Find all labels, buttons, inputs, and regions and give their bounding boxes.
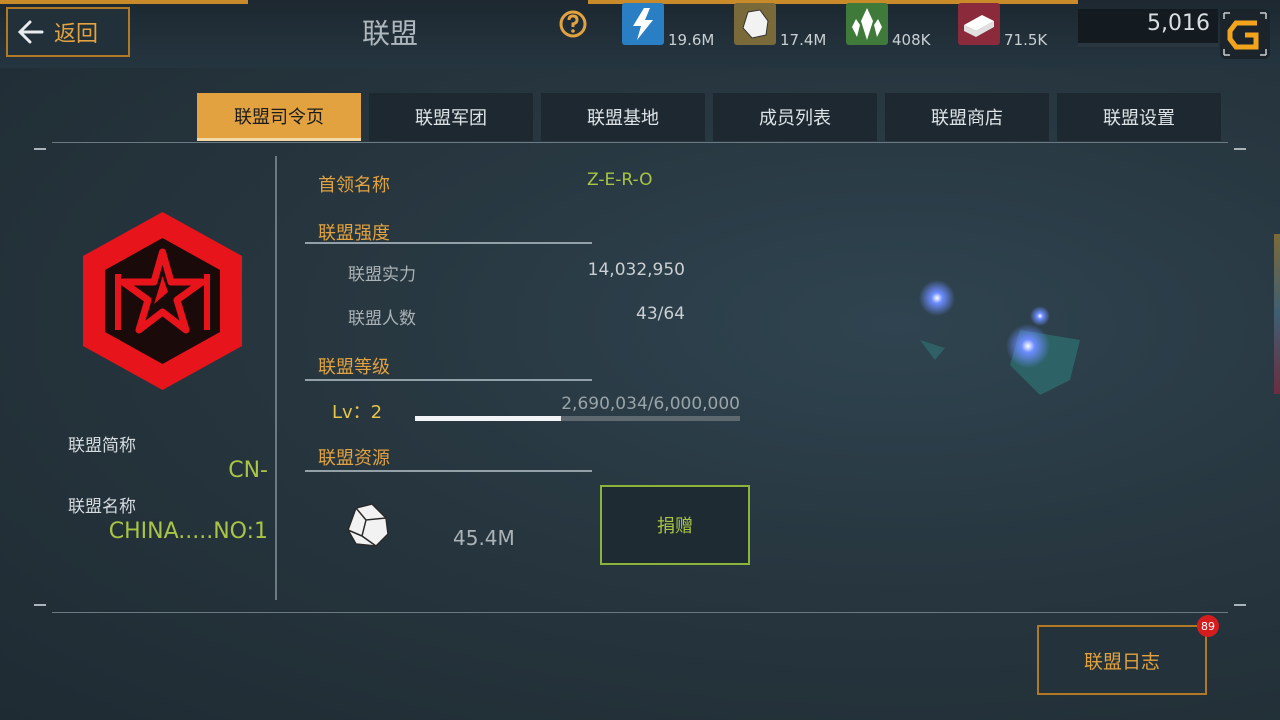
back-button[interactable]: 返回 [6,7,130,57]
tab-base[interactable]: 联盟基地 [541,93,705,141]
level-value: Lv：2 [332,402,383,423]
panel-divider [275,156,277,600]
help-icon[interactable] [558,9,588,39]
notification-badge: 89 [1197,615,1219,637]
resource-value: 17.4M [780,31,827,49]
members-value: 43/64 [636,304,685,324]
alliance-emblem [83,212,242,390]
section-underline [305,379,592,381]
members-label: 联盟人数 [348,309,416,329]
corner-mark [1234,604,1246,606]
tab-settings[interactable]: 联盟设置 [1057,93,1221,141]
tab-members[interactable]: 成员列表 [713,93,877,141]
tab-legion[interactable]: 联盟军团 [369,93,533,141]
panel-top-border [52,142,1228,143]
page-title: 联盟 [361,17,418,50]
full-name-value: CHINA.....NO:1 [108,519,268,544]
tab-shop[interactable]: 联盟商店 [885,93,1049,141]
gold-shop-button[interactable] [1220,9,1270,59]
section-underline [305,242,592,244]
back-label: 返回 [54,22,99,47]
blue-lightning-icon [622,3,664,45]
stone-ore-icon [347,503,389,547]
resource-value: 408K [892,31,931,49]
donate-button[interactable]: 捐赠 [600,485,750,565]
corner-mark [34,604,46,606]
back-arrow-icon [17,20,44,44]
panel-bottom-border [52,612,1228,613]
resource-amount: 45.4M [453,526,515,550]
alliance-log-button[interactable]: 联盟日志 [1037,625,1207,695]
section-underline [305,470,592,472]
resource-value: 71.5K [1004,31,1048,49]
leader-value: Z-E-R-O [587,170,653,190]
leader-label: 首领名称 [318,175,390,196]
green-crystal-icon [846,3,888,45]
tab-command[interactable]: 联盟司令页 [197,93,361,141]
xp-value: 2,690,034/6,000,000 [561,394,740,414]
short-name-value: CN- [228,458,268,483]
corner-mark [34,148,46,150]
full-name-label: 联盟名称 [68,497,136,517]
space-background-effect [919,280,1080,395]
top-accent-line [0,0,248,4]
gold-g-icon [1223,12,1267,56]
credits-bar [1078,43,1218,47]
stone-ore-icon [734,3,776,45]
resources-title: 联盟资源 [318,448,390,469]
corner-mark [1234,148,1246,150]
resource-value: 19.6M [668,31,715,49]
power-value: 14,032,950 [587,260,685,280]
level-title: 联盟等级 [318,357,390,378]
credits-display: 5,016 [1078,9,1218,47]
power-label: 联盟实力 [348,265,416,285]
side-edge-strip [1274,234,1280,394]
xp-progress-bar [415,416,740,421]
short-name-label: 联盟简称 [68,436,136,456]
xp-progress-fill [415,416,561,421]
red-ingot-icon [958,3,1000,45]
credits-value: 5,016 [1147,11,1210,36]
